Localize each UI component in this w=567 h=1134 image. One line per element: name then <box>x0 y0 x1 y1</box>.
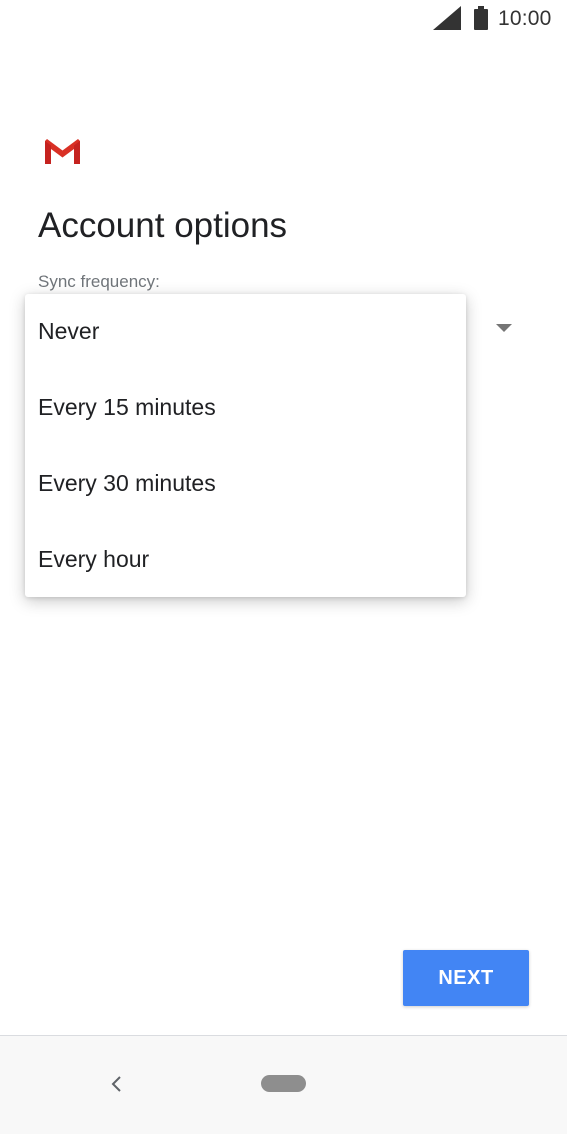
sync-frequency-label: Sync frequency: <box>38 272 160 291</box>
status-time: 10:00 <box>498 7 552 30</box>
option-every-15-minutes[interactable]: Every 15 minutes <box>25 370 466 446</box>
option-never[interactable]: Never <box>25 294 466 370</box>
cellular-signal-icon <box>433 6 461 30</box>
navigation-bar <box>0 1036 567 1134</box>
next-button[interactable]: NEXT <box>403 950 529 1006</box>
dropdown-arrow-icon[interactable] <box>496 324 512 332</box>
option-every-30-minutes[interactable]: Every 30 minutes <box>25 446 466 522</box>
status-bar: 10:00 <box>0 0 567 40</box>
sync-frequency-dropdown-menu: Never Every 15 minutes Every 30 minutes … <box>25 294 466 597</box>
home-pill-icon[interactable] <box>261 1075 306 1092</box>
option-every-hour[interactable]: Every hour <box>25 521 466 597</box>
page-title: Account options <box>38 206 288 245</box>
battery-icon <box>473 6 489 30</box>
gmail-icon <box>45 139 80 164</box>
back-chevron-icon[interactable] <box>106 1072 126 1096</box>
